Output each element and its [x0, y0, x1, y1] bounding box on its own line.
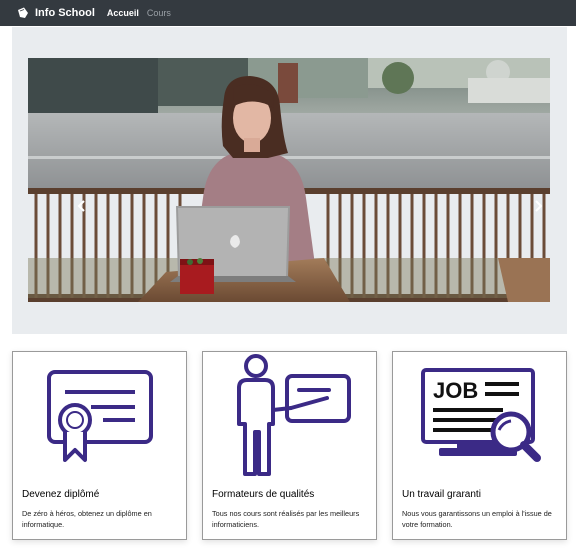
card-diploma: Devenez diplômé De zéro à héros, obtenez…	[12, 351, 187, 540]
jumbotron	[12, 27, 567, 334]
card-text: Tous nos cours sont réalisés par les mei…	[212, 509, 360, 529]
card-text: De zéro à héros, obtenez un diplôme en i…	[22, 509, 152, 529]
card-title: Formateurs de qualités	[212, 489, 315, 500]
carousel-next-icon[interactable]	[530, 198, 546, 214]
hero-image	[28, 58, 550, 302]
brand-link[interactable]: Info School	[16, 6, 95, 20]
card-title: Devenez diplômé	[22, 489, 100, 500]
job-search-icon: JOB	[421, 368, 541, 462]
job-label: JOB	[433, 378, 478, 403]
nav-link-accueil[interactable]: Accueil	[107, 8, 139, 18]
carousel-prev-icon[interactable]	[74, 198, 90, 214]
card-job: JOB Un travail graranti Nous vous garant…	[392, 351, 567, 540]
card-text: Nous vous garantissons un emploi à l'iss…	[402, 509, 552, 529]
diploma-certificate-icon	[47, 370, 153, 462]
card-trainers: Formateurs de qualités Tous nos cours so…	[202, 351, 377, 540]
nav-link-cours[interactable]: Cours	[147, 8, 171, 18]
brand-name: Info School	[35, 7, 95, 19]
teacher-presentation-icon	[237, 354, 351, 476]
navbar: Info School Accueil Cours	[0, 0, 576, 26]
hero-carousel[interactable]	[28, 58, 550, 302]
card-title: Un travail graranti	[402, 489, 481, 500]
logo-icon	[18, 7, 28, 18]
